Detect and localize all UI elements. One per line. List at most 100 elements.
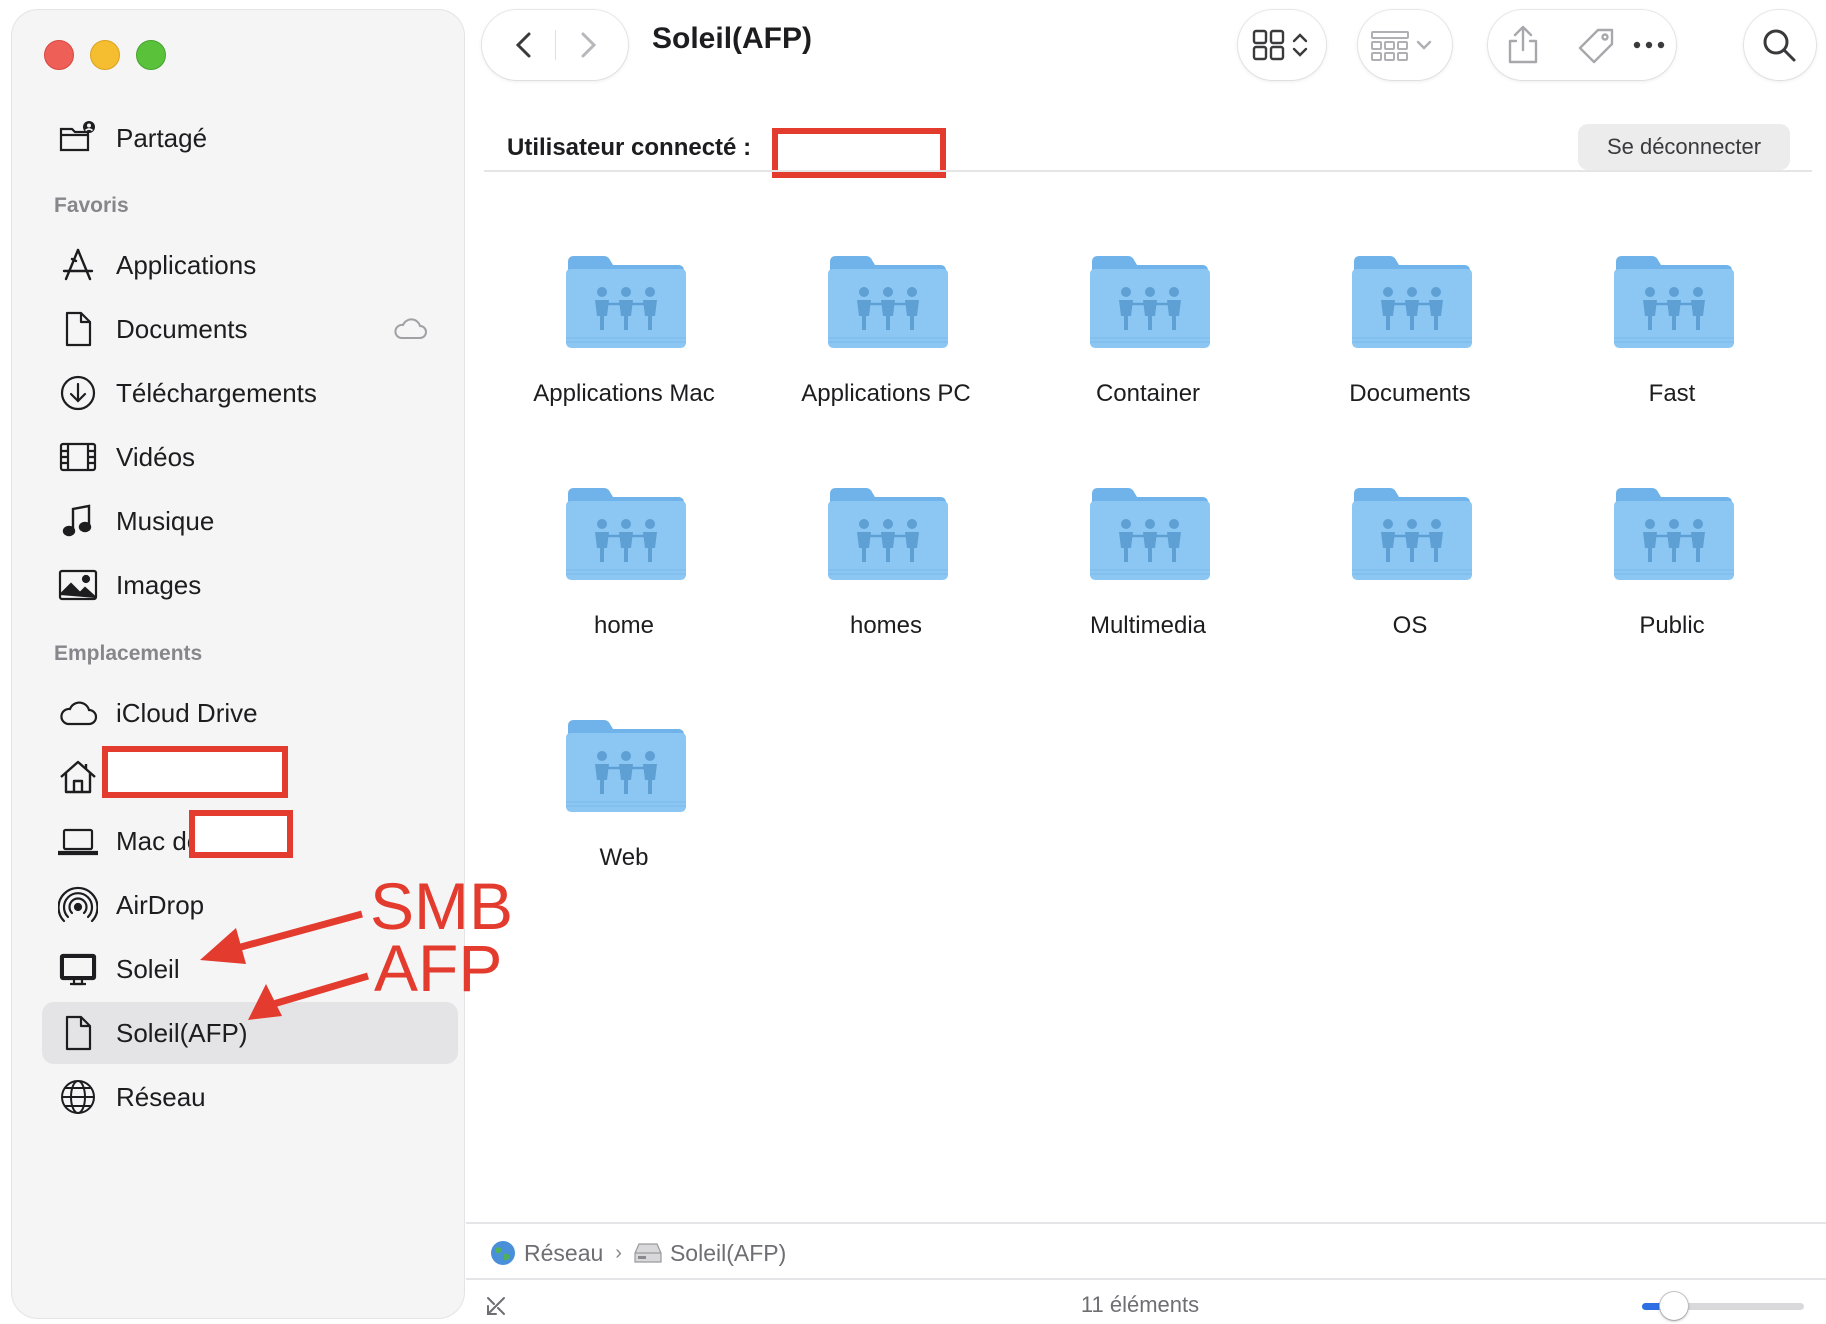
folder-label: OS [1392, 612, 1428, 639]
close-window-button[interactable] [44, 40, 74, 70]
shared-folder-icon [566, 720, 686, 812]
shared-folder-icon [1352, 256, 1472, 348]
group-icon [1370, 28, 1440, 62]
sidebar: Partagé Favoris Applications Documents T… [12, 10, 464, 1318]
sidebar-item-label: Vidéos [116, 441, 196, 472]
sidebar-item-label: Images [116, 569, 202, 600]
favorites-section-header: Favoris [54, 194, 129, 217]
nav-divider [555, 30, 556, 60]
share-icon[interactable] [1504, 24, 1542, 66]
folder-label: home [593, 612, 655, 639]
folder-label: Applications PC [801, 380, 971, 407]
folder-item[interactable]: home [504, 484, 744, 684]
group-button[interactable] [1358, 10, 1452, 80]
forward-button[interactable] [570, 28, 604, 62]
connected-user-label: Utilisateur connecté : [507, 134, 752, 161]
search-button[interactable] [1744, 10, 1816, 80]
folder-item[interactable]: Fast [1552, 252, 1792, 452]
icloud-icon [392, 312, 428, 344]
music-note-icon [56, 499, 100, 543]
annotation-arrows [200, 910, 369, 1020]
folder-label: Fast [1648, 380, 1696, 407]
folder-item[interactable]: Multimedia [1028, 484, 1268, 684]
redaction-box-mac-name [189, 810, 293, 858]
sidebar-item-downloads[interactable]: Téléchargements [42, 362, 458, 424]
annotation-arrow-smb [200, 910, 363, 964]
folder-item[interactable]: homes [766, 484, 1006, 684]
folder-label: Multimedia [1089, 612, 1207, 639]
item-count: 11 éléments [1080, 1292, 1200, 1317]
folder-label: Container [1095, 380, 1201, 407]
folder-item[interactable]: OS [1290, 484, 1530, 684]
disconnect-button[interactable]: Se déconnecter [1578, 124, 1790, 170]
status-bar-divider [466, 1278, 1826, 1280]
folder-item[interactable]: Container [1028, 252, 1268, 452]
photo-icon [56, 563, 100, 607]
folder-label: homes [849, 612, 923, 639]
zoom-window-button[interactable] [136, 40, 166, 70]
search-icon [1760, 26, 1798, 64]
shared-folder-icon [828, 256, 948, 348]
sidebar-item-music[interactable]: Musique [42, 490, 458, 552]
icon-size-slider-knob[interactable] [1660, 1292, 1688, 1320]
navigation-pill [482, 10, 628, 80]
film-icon [56, 435, 100, 479]
view-mode-button[interactable] [1238, 10, 1326, 80]
resize-sidebar-icon[interactable] [484, 1294, 508, 1318]
folder-item[interactable]: Applications PC [766, 252, 1006, 452]
sidebar-item-videos[interactable]: Vidéos [42, 426, 458, 488]
window-title: Soleil(AFP) [652, 22, 813, 55]
path-bar-divider [466, 1222, 1826, 1224]
more-icon[interactable] [1632, 36, 1666, 54]
display-icon [56, 947, 100, 991]
network-globe-icon [490, 1240, 516, 1266]
folder-label: Public [1639, 612, 1705, 639]
folder-label: Documents [1349, 380, 1471, 407]
locations-section-header: Emplacements [54, 642, 203, 665]
minimize-window-button[interactable] [90, 40, 120, 70]
sidebar-item-label: Partagé [116, 122, 208, 153]
airdrop-icon [56, 883, 100, 927]
folder-item[interactable]: Web [504, 716, 744, 916]
shared-folder-icon [1090, 488, 1210, 580]
path-item-label: Réseau [524, 1239, 604, 1266]
folder-label: Applications Mac [533, 380, 715, 407]
laptop-icon [56, 819, 100, 863]
path-item-label: Soleil(AFP) [669, 1239, 787, 1266]
sidebar-item-label: Applications [116, 249, 257, 280]
tag-icon[interactable] [1576, 26, 1616, 66]
back-button[interactable] [508, 28, 542, 62]
path-item-soleil-afp[interactable]: Soleil(AFP) [634, 1240, 786, 1267]
shared-folder-icon [566, 256, 686, 348]
shared-folder-icon [828, 488, 948, 580]
folder-item[interactable]: Documents [1290, 252, 1530, 452]
shared-folder-icon [1614, 256, 1734, 348]
sidebar-item-label: Musique [116, 505, 215, 536]
path-item-network[interactable]: Réseau [490, 1240, 603, 1267]
shared-folder-icon [1614, 488, 1734, 580]
shared-folder-icon [1090, 256, 1210, 348]
sidebar-item-applications[interactable]: Applications [42, 234, 458, 296]
sidebar-item-images[interactable]: Images [42, 554, 458, 616]
server-icon [634, 1241, 662, 1265]
shared-folder-icon [1352, 488, 1472, 580]
cloud-icon [56, 691, 100, 735]
server-bar-divider [484, 170, 1812, 172]
folder-item[interactable]: Applications Mac [504, 252, 744, 452]
shared-folder-icon [56, 116, 100, 160]
sidebar-item-documents[interactable]: Documents [42, 298, 458, 360]
sidebar-item-label: Documents [116, 313, 248, 344]
annotation-afp-label: AFP [374, 931, 503, 1005]
home-icon [56, 755, 100, 799]
path-chevron-icon: › [615, 1241, 622, 1264]
shared-folder-icon [566, 488, 686, 580]
folder-item[interactable]: Public [1552, 484, 1792, 684]
download-icon [56, 371, 100, 415]
path-bar: Réseau › Soleil(AFP) [490, 1236, 786, 1270]
sidebar-item-label: Téléchargements [116, 377, 317, 408]
sidebar-item-icloud-drive[interactable]: iCloud Drive [42, 682, 458, 744]
globe-icon [56, 1075, 100, 1119]
sidebar-item-shared[interactable]: Partagé [42, 107, 458, 169]
sidebar-item-label: Réseau [116, 1081, 206, 1112]
sidebar-item-network[interactable]: Réseau [42, 1066, 458, 1128]
